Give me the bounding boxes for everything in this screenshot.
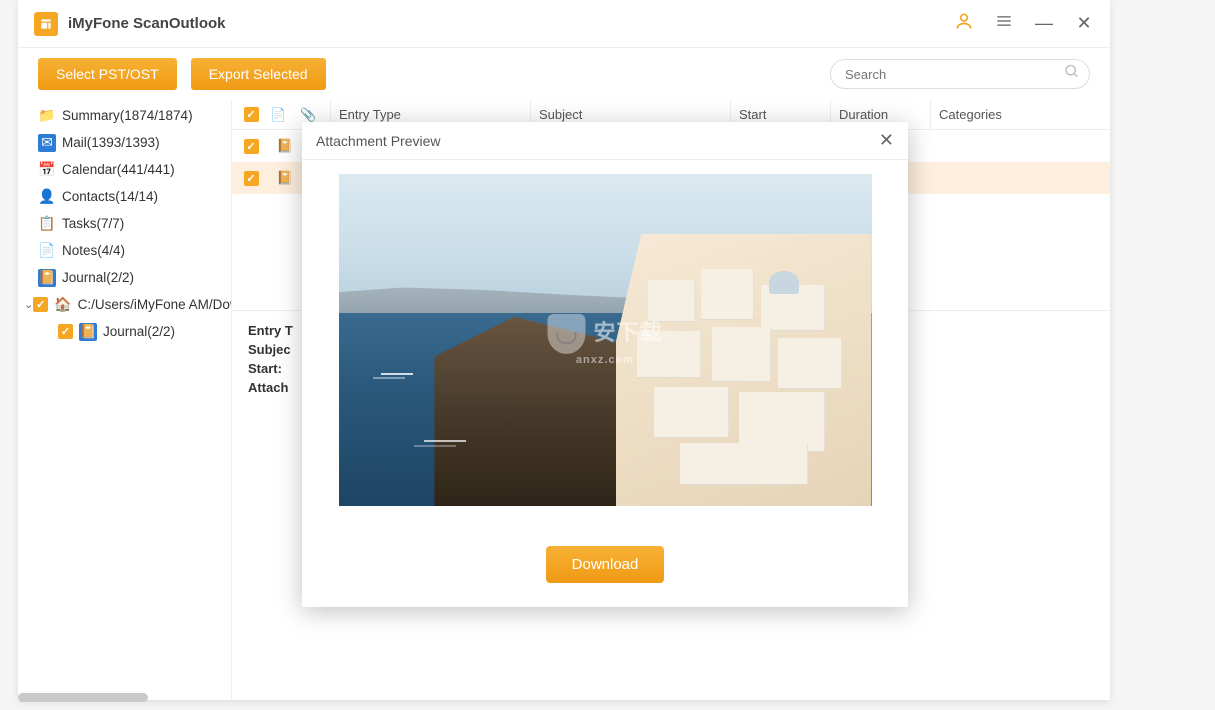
horizontal-scrollbar[interactable] [18, 693, 148, 702]
search-icon[interactable] [1064, 64, 1080, 85]
app-logo-icon [34, 12, 58, 36]
watermark-text: 安下载 [593, 320, 662, 345]
sidebar-item-mail[interactable]: ✉ Mail(1393/1393) [18, 129, 231, 156]
dialog-body: 安下载 anxz.com Download [302, 160, 908, 607]
row-checkbox[interactable] [244, 139, 259, 154]
sidebar-item-label: Tasks(7/7) [62, 216, 124, 231]
titlebar: iMyFone ScanOutlook — ✕ [18, 0, 1110, 48]
tree-checkbox[interactable] [58, 324, 73, 339]
sidebar-item-summary[interactable]: 📁 Summary(1874/1874) [18, 102, 231, 129]
home-icon: 🏠 [54, 296, 71, 314]
sidebar-item-label: Contacts(14/14) [62, 189, 158, 204]
sidebar-item-calendar[interactable]: 📅 Calendar(441/441) [18, 156, 231, 183]
header-checkbox-col[interactable]: ✓ [232, 107, 270, 122]
minimize-button[interactable]: — [1034, 13, 1054, 34]
dialog-close-button[interactable]: ✕ [879, 130, 894, 151]
row-checkbox[interactable] [244, 171, 259, 186]
contacts-icon: 👤 [38, 188, 56, 206]
sidebar-item-label: C:/Users/iMyFone AM/Downlo [78, 297, 232, 312]
toolbar: Select PST/OST Export Selected [18, 48, 1110, 100]
header-categories[interactable]: Categories [930, 100, 1110, 129]
chevron-down-icon[interactable]: ⌄ [24, 298, 33, 311]
mail-icon: ✉ [38, 134, 56, 152]
journal-entry-icon: 📔 [270, 138, 300, 154]
export-selected-button[interactable]: Export Selected [191, 58, 326, 90]
header-attach-col: 📎 [300, 107, 330, 123]
sidebar-tree: 📁 Summary(1874/1874) ✉ Mail(1393/1393) 📅… [18, 100, 232, 700]
watermark-sub: anxz.com [547, 354, 662, 366]
tree-checkbox[interactable] [33, 297, 48, 312]
app-title: iMyFone ScanOutlook [68, 15, 954, 32]
select-pst-button[interactable]: Select PST/OST [38, 58, 177, 90]
dialog-title: Attachment Preview [316, 133, 879, 149]
close-button[interactable]: ✕ [1074, 13, 1094, 34]
sidebar-item-journal-child[interactable]: 📔 Journal(2/2) [18, 318, 231, 345]
attachment-preview-dialog: Attachment Preview ✕ [302, 122, 908, 607]
sidebar-item-label: Summary(1874/1874) [62, 108, 193, 123]
download-button[interactable]: Download [546, 546, 665, 583]
sidebar-item-tasks[interactable]: 📋 Tasks(7/7) [18, 210, 231, 237]
preview-image: 安下载 anxz.com [339, 174, 872, 506]
user-icon[interactable] [954, 11, 974, 36]
header-icon-col: 📄 [270, 107, 300, 123]
calendar-icon: 📅 [38, 161, 56, 179]
sidebar-item-label: Journal(2/2) [62, 270, 134, 285]
shield-icon [547, 314, 585, 354]
detail-entry-label: Entry T [248, 323, 293, 338]
sidebar-item-path[interactable]: ⌄ 🏠 C:/Users/iMyFone AM/Downlo [18, 291, 231, 318]
sidebar-item-journal[interactable]: 📔 Journal(2/2) [18, 264, 231, 291]
sidebar-item-label: Mail(1393/1393) [62, 135, 160, 150]
detail-attach-label: Attach [248, 380, 288, 395]
search-container [830, 59, 1090, 89]
watermark: 安下载 anxz.com [547, 314, 662, 366]
sidebar-item-label: Journal(2/2) [103, 324, 175, 339]
journal-icon: 📔 [38, 269, 56, 287]
search-input[interactable] [830, 59, 1090, 89]
sidebar-item-label: Calendar(441/441) [62, 162, 175, 177]
notes-icon: 📄 [38, 242, 56, 260]
sidebar-item-contacts[interactable]: 👤 Contacts(14/14) [18, 183, 231, 210]
sidebar-item-notes[interactable]: 📄 Notes(4/4) [18, 237, 231, 264]
menu-icon[interactable] [994, 11, 1014, 36]
journal-entry-icon: 📔 [270, 170, 300, 186]
sidebar-item-label: Notes(4/4) [62, 243, 125, 258]
detail-start-label: Start: [248, 361, 282, 376]
detail-subject-label: Subjec [248, 342, 291, 357]
folder-icon: 📁 [38, 107, 56, 125]
journal-icon: 📔 [79, 323, 97, 341]
tasks-icon: 📋 [38, 215, 56, 233]
app-window: iMyFone ScanOutlook — ✕ Select PST/OST E… [18, 0, 1110, 700]
dialog-header: Attachment Preview ✕ [302, 122, 908, 160]
